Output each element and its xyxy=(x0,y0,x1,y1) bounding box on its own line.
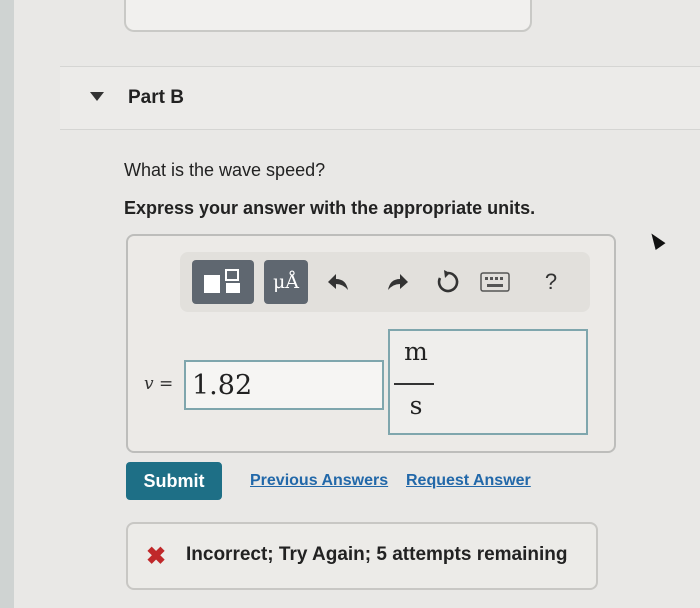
unit-input[interactable]: m s xyxy=(388,329,588,435)
left-rail xyxy=(0,0,14,608)
unit-numerator: m xyxy=(404,337,428,366)
templates-button[interactable] xyxy=(192,260,254,304)
templates-icon xyxy=(204,269,240,293)
collapse-caret-icon[interactable] xyxy=(90,92,104,101)
mouse-cursor-icon xyxy=(646,230,666,250)
question-prompt: What is the wave speed? xyxy=(124,160,326,180)
feedback-text: Incorrect; Try Again; 5 attempts remaini… xyxy=(186,544,568,565)
previous-answers-link[interactable]: Previous Answers xyxy=(250,472,388,490)
redo-arrow-icon[interactable] xyxy=(380,264,416,300)
incorrect-x-icon: ✖ xyxy=(146,543,167,570)
part-title: Part B xyxy=(128,87,184,108)
undo-arrow-icon[interactable] xyxy=(320,264,356,300)
submit-button[interactable]: Submit xyxy=(126,462,222,500)
keyboard-icon[interactable] xyxy=(480,272,510,292)
answer-panel: μÅ ? v = 1.82 m s xyxy=(126,234,616,453)
part-header[interactable]: Part B xyxy=(60,66,700,130)
value-input[interactable]: 1.82 xyxy=(184,360,384,410)
request-answer-link[interactable]: Request Answer xyxy=(406,472,531,490)
question-instruction: Express your answer with the appropriate… xyxy=(124,198,536,218)
feedback-message-box: ✖ Incorrect; Try Again; 5 attempts remai… xyxy=(126,522,598,590)
unit-denominator: s xyxy=(409,391,423,420)
reset-icon[interactable] xyxy=(430,264,466,300)
previous-feedback-card xyxy=(124,0,532,32)
units-button[interactable]: μÅ xyxy=(264,260,308,304)
help-button[interactable]: ? xyxy=(536,264,566,300)
math-toolbar: μÅ ? xyxy=(180,252,590,312)
variable-label: v = xyxy=(144,374,174,394)
fraction-bar xyxy=(394,383,434,385)
